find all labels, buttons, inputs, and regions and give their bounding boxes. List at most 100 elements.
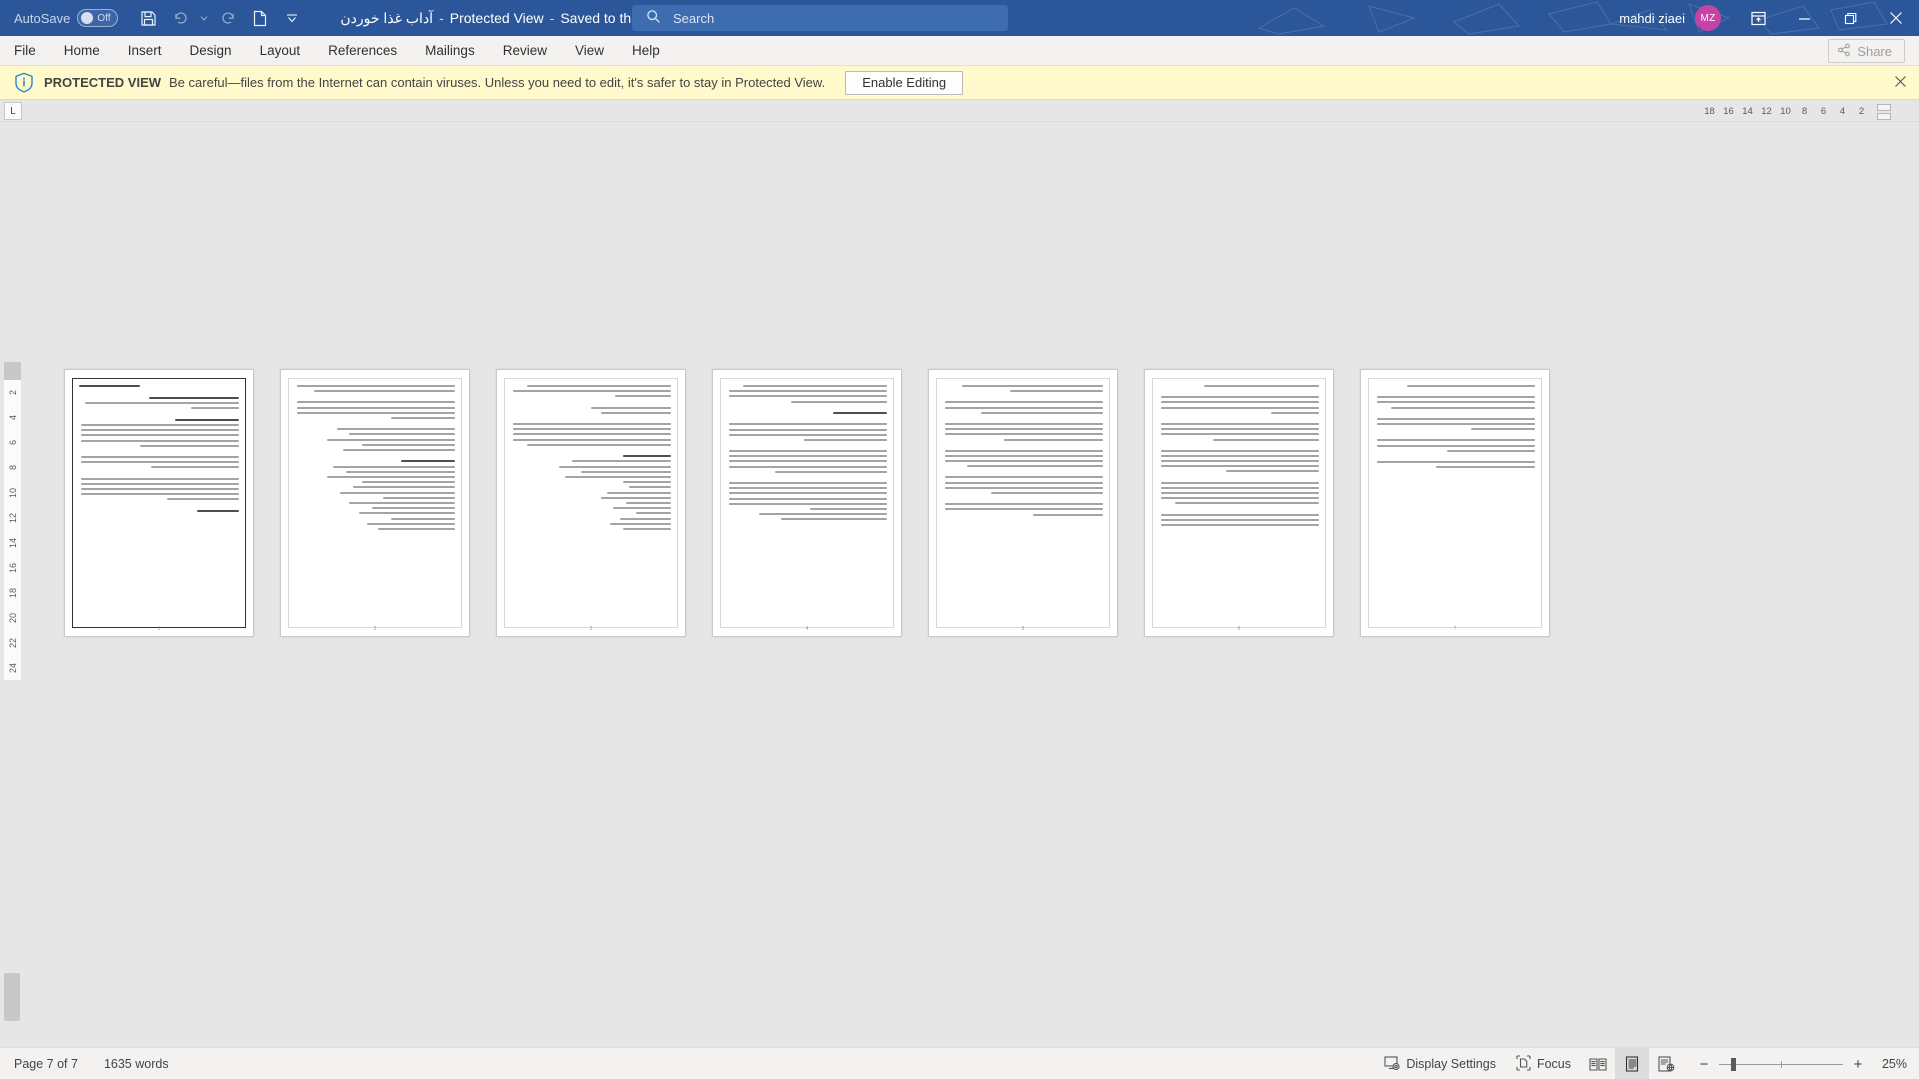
ruler-tick: 2: [7, 390, 18, 396]
document-page-6[interactable]: 6: [1144, 369, 1334, 637]
restore-icon[interactable]: [1827, 0, 1873, 36]
vertical-scrollbar-thumb[interactable]: [4, 973, 20, 1021]
zoom-in-button[interactable]: +: [1851, 1056, 1865, 1073]
vertical-ruler-ticks: 2 4 6 8 10 12 14 16 18 20 22 24: [4, 380, 21, 680]
tab-review[interactable]: Review: [489, 36, 561, 66]
display-settings-button[interactable]: Display Settings: [1374, 1048, 1506, 1079]
close-icon[interactable]: [1894, 75, 1907, 92]
print-layout-icon[interactable]: [1615, 1048, 1649, 1079]
close-icon[interactable]: [1873, 0, 1919, 36]
customize-quick-access-toolbar-icon[interactable]: [278, 5, 306, 31]
ruler-tick: 20: [7, 612, 18, 623]
protected-view-indicator: Protected View: [449, 10, 544, 26]
word-count[interactable]: 1635 words: [104, 1057, 169, 1071]
undo-icon[interactable]: [166, 5, 194, 31]
autosave-state-label: Off: [97, 12, 111, 24]
focus-label: Focus: [1536, 1057, 1571, 1071]
avatar[interactable]: MZ: [1695, 5, 1721, 31]
page-number-5: 5: [1021, 626, 1025, 632]
vertical-ruler[interactable]: 2 4 6 8 10 12 14 16 18 20 22 24: [4, 362, 21, 680]
ruler-tick: 12: [7, 512, 18, 523]
ruler-tick: 12: [1761, 105, 1772, 117]
web-layout-icon[interactable]: [1649, 1048, 1683, 1079]
ruler-tick: 18: [1704, 105, 1715, 117]
page-number-3: 3: [589, 626, 593, 632]
page-number-7: 7: [1453, 626, 1457, 632]
tab-references[interactable]: References: [314, 36, 411, 66]
ruler-tick: 14: [7, 537, 18, 548]
document-workspace[interactable]: 2 4 6 8 10 12 14 16 18 20 22 24 1 2 3 4 …: [0, 122, 1919, 1047]
tab-insert[interactable]: Insert: [114, 36, 176, 66]
page-thumbnail-strip: 1 2 3 4 5 6 7: [64, 369, 1550, 637]
autosave-toggle[interactable]: Off: [77, 9, 119, 27]
search-placeholder: Search: [673, 10, 715, 26]
ribbon-display-options-icon[interactable]: [1735, 0, 1781, 36]
tab-mailings[interactable]: Mailings: [411, 36, 489, 66]
zoom-level-value[interactable]: 25%: [1873, 1057, 1907, 1071]
autosave-toggle-knob: [81, 12, 94, 24]
document-title: آداب غذا خوردن - Protected View - Saved …: [340, 10, 677, 27]
horizontal-ruler[interactable]: L 18 16 14 12 10 8 6 4 2: [0, 100, 1919, 122]
page-number-6: 6: [1237, 626, 1241, 632]
search-input[interactable]: Search: [632, 5, 1008, 31]
ruler-tick: 8: [1801, 105, 1808, 117]
title-separator-2: -: [549, 10, 555, 26]
document-page-7[interactable]: 7: [1360, 369, 1550, 637]
document-page-3[interactable]: 3: [496, 369, 686, 637]
focus-button[interactable]: Focus: [1506, 1048, 1581, 1079]
tab-file[interactable]: File: [0, 36, 50, 66]
zoom-out-button[interactable]: −: [1697, 1056, 1711, 1073]
document-page-1[interactable]: 1: [64, 369, 254, 637]
document-page-2[interactable]: 2: [280, 369, 470, 637]
tab-layout[interactable]: Layout: [246, 36, 315, 66]
shield-info-icon: [14, 72, 34, 93]
zoom-slider[interactable]: [1719, 1057, 1843, 1071]
protected-view-message: Be careful—files from the Internet can c…: [169, 75, 826, 90]
tab-view[interactable]: View: [561, 36, 618, 66]
tab-stop-selector[interactable]: L: [4, 102, 22, 120]
ruler-indent-marker-bottom[interactable]: [1877, 113, 1891, 120]
page-content-4: [720, 378, 894, 628]
focus-icon: [1516, 1054, 1531, 1074]
display-settings-label: Display Settings: [1406, 1057, 1496, 1071]
ruler-tick: 6: [1820, 105, 1827, 117]
zoom-control[interactable]: − + 25%: [1697, 1056, 1907, 1073]
enable-editing-button[interactable]: Enable Editing: [845, 70, 964, 95]
undo-dropdown-icon[interactable]: [198, 5, 210, 31]
ruler-tick: 8: [7, 465, 18, 471]
ruler-tick: 22: [7, 637, 18, 648]
ruler-tick: 4: [7, 415, 18, 421]
ruler-tick: 18: [7, 587, 18, 598]
save-icon[interactable]: [134, 5, 162, 31]
share-icon: [1837, 43, 1851, 60]
autosave-control[interactable]: AutoSave Off: [14, 9, 119, 27]
ruler-tick: 10: [1780, 105, 1791, 117]
document-page-5[interactable]: 5: [928, 369, 1118, 637]
read-mode-icon[interactable]: [1581, 1048, 1615, 1079]
user-name[interactable]: mahdi ziaei: [1619, 11, 1685, 26]
ruler-tick: 6: [7, 440, 18, 446]
page-content-2: [288, 378, 462, 628]
title-separator-1: -: [439, 10, 444, 26]
tab-home[interactable]: Home: [50, 36, 114, 66]
page-indicator[interactable]: Page 7 of 7: [14, 1057, 78, 1071]
page-number-2: 2: [373, 626, 377, 632]
page-content-1: [72, 378, 246, 628]
protected-view-title: PROTECTED VIEW: [44, 75, 162, 90]
ruler-indent-marker-top[interactable]: [1877, 104, 1891, 111]
ruler-tick: 4: [1839, 105, 1846, 117]
ruler-tick: 16: [1723, 105, 1734, 117]
redo-icon[interactable]: [214, 5, 242, 31]
document-page-4[interactable]: 4: [712, 369, 902, 637]
ruler-tick: 16: [7, 562, 18, 573]
new-document-icon[interactable]: [246, 5, 274, 31]
tab-design[interactable]: Design: [176, 36, 246, 66]
tab-help[interactable]: Help: [618, 36, 674, 66]
ruler-tick: 14: [1742, 105, 1753, 117]
titlebar-right-controls: mahdi ziaei MZ: [1619, 0, 1919, 36]
search-icon: [646, 9, 661, 27]
minimize-icon[interactable]: [1781, 0, 1827, 36]
page-content-7: [1368, 378, 1542, 628]
zoom-slider-thumb[interactable]: [1731, 1057, 1736, 1071]
status-bar-left: Page 7 of 7 1635 words: [14, 1057, 169, 1071]
